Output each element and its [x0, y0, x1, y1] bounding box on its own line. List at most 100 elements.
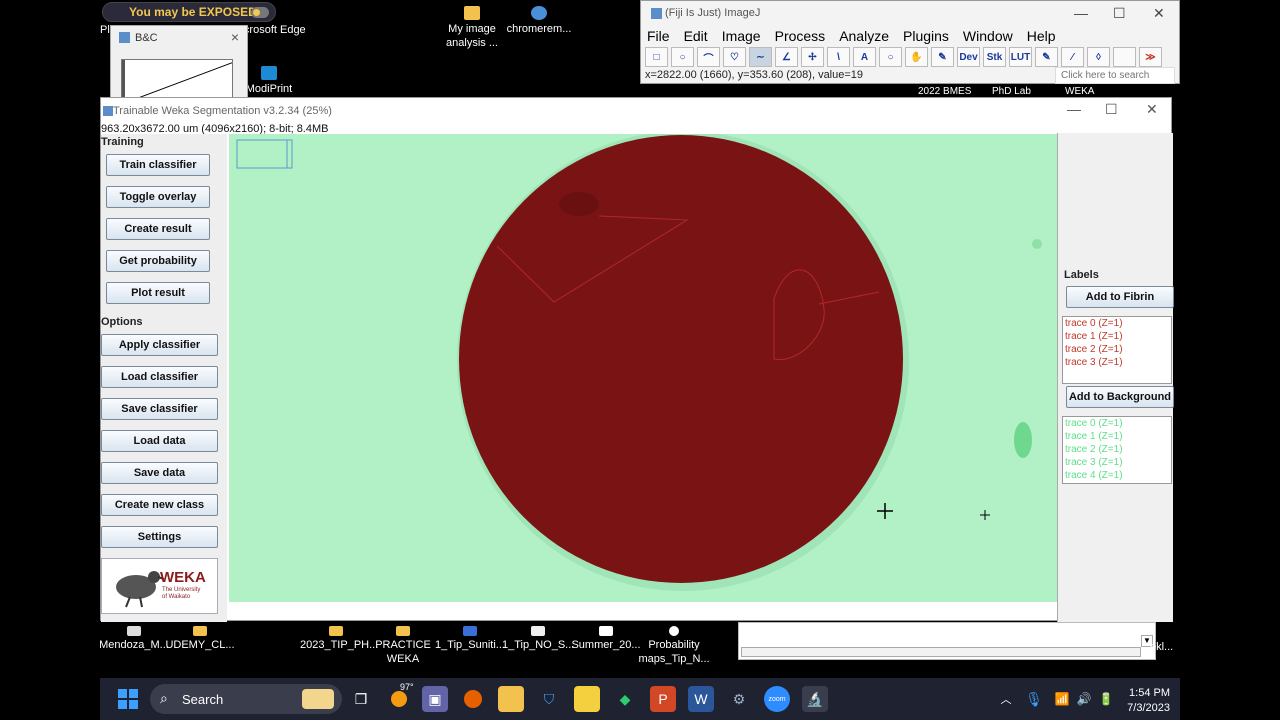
wifi-icon[interactable]: 📶	[1052, 686, 1072, 712]
chevron-up-icon[interactable]: ︿	[996, 686, 1016, 712]
list-item[interactable]: trace 1 (Z=1)	[1065, 430, 1171, 443]
toggle-overlay-button[interactable]: Toggle overlay	[106, 186, 210, 208]
create-result-button[interactable]: Create result	[106, 218, 210, 240]
sticky-notes-icon[interactable]	[574, 686, 600, 712]
angle-tool-icon[interactable]: ∠	[775, 47, 798, 67]
settings-button[interactable]: Settings	[101, 526, 218, 548]
add-to-fibrin-button[interactable]: Add to Fibrin	[1066, 286, 1174, 308]
minimize-icon[interactable]: —	[1067, 101, 1081, 117]
pencil-tool-icon[interactable]: ✎	[1035, 47, 1058, 67]
menu-image[interactable]: Image	[722, 28, 761, 44]
windows-start-icon[interactable]	[114, 686, 142, 712]
dev-tool[interactable]: Dev	[957, 47, 980, 67]
get-probability-button[interactable]: Get probability	[106, 250, 210, 272]
maximize-icon[interactable]: ☐	[1105, 101, 1118, 118]
wand-tool-icon[interactable]: \	[827, 47, 850, 67]
close-icon[interactable]: ✕	[1146, 101, 1158, 118]
list-item[interactable]: trace 0 (Z=1)	[1065, 417, 1171, 430]
feedback-hub-icon[interactable]: ◆	[612, 686, 638, 712]
list-item[interactable]: trace 3 (Z=1)	[1065, 356, 1171, 369]
imagej-search-input[interactable]	[1055, 67, 1175, 84]
save-classifier-button[interactable]: Save classifier	[101, 398, 218, 420]
settings-gear-icon[interactable]: ⚙	[726, 686, 752, 712]
menu-help[interactable]: Help	[1027, 28, 1056, 44]
maximize-icon[interactable]: ☐	[1113, 5, 1126, 22]
polygon-tool-icon[interactable]: ⌒	[697, 47, 720, 67]
task-view-icon[interactable]: ❐	[348, 686, 374, 712]
image-canvas[interactable]	[229, 134, 1155, 602]
desktop-icon-ekl[interactable]: ekl...	[1150, 640, 1180, 654]
line-tool-icon[interactable]: ∼	[749, 47, 772, 67]
firefox-icon[interactable]	[460, 686, 486, 712]
apply-classifier-button[interactable]: Apply classifier	[101, 334, 218, 356]
volume-icon[interactable]: 🔊	[1074, 686, 1094, 712]
load-data-button[interactable]: Load data	[101, 430, 218, 452]
desktop-icon-tip-ph[interactable]: 2023_TIP_PH...	[300, 626, 378, 652]
list-item[interactable]: trace 2 (Z=1)	[1065, 443, 1171, 456]
exposed-warning-badge[interactable]: You may be EXPOSED!	[102, 2, 276, 22]
desktop-icon-summer[interactable]: Summer_20...	[570, 626, 642, 652]
desktop-icon-tip-suniti[interactable]: 1_Tip_Suniti...	[434, 626, 506, 652]
file-icon	[599, 626, 613, 636]
close-icon[interactable]: ✕	[1153, 5, 1165, 22]
plot-result-button[interactable]: Plot result	[106, 282, 210, 304]
menu-edit[interactable]: Edit	[684, 28, 708, 44]
menu-analyze[interactable]: Analyze	[839, 28, 889, 44]
point-tool-icon[interactable]: ✢	[801, 47, 824, 67]
desktop-icon-practice-weka[interactable]: PRACTICE WEKA	[367, 626, 439, 666]
hand-tool-icon[interactable]: ✋	[905, 47, 928, 67]
desktop-label-bmes[interactable]: 2022 BMES	[918, 86, 971, 97]
fiji-taskbar-icon[interactable]: 🔬	[802, 686, 828, 712]
teams-icon[interactable]: ▣	[422, 686, 448, 712]
text-tool-icon[interactable]: A	[853, 47, 876, 67]
add-to-background-button[interactable]: Add to Background	[1066, 386, 1174, 408]
list-item[interactable]: trace 2 (Z=1)	[1065, 343, 1171, 356]
menu-file[interactable]: File	[647, 28, 670, 44]
imagej-window[interactable]: (Fiji Is Just) ImageJ — ☐ ✕ File Edit Im…	[640, 0, 1180, 84]
desktop-icon-chromerem[interactable]: chromerem...	[500, 6, 578, 36]
save-data-button[interactable]: Save data	[101, 462, 218, 484]
minimize-icon[interactable]: —	[1074, 5, 1088, 21]
word-icon[interactable]: W	[688, 686, 714, 712]
list-item[interactable]: trace 3 (Z=1)	[1065, 456, 1171, 469]
menu-process[interactable]: Process	[775, 28, 826, 44]
brush-tool-icon[interactable]: ⁄	[1061, 47, 1084, 67]
battery-icon[interactable]: 🔋	[1096, 686, 1116, 712]
desktop-icon-probability-maps[interactable]: Probability maps_Tip_N...	[638, 626, 710, 666]
blank-tool[interactable]	[1113, 47, 1136, 67]
menu-plugins[interactable]: Plugins	[903, 28, 949, 44]
desktop-icon-tip-no-s[interactable]: 1_Tip_NO_S...	[502, 626, 574, 652]
file-explorer-icon[interactable]	[498, 686, 524, 712]
flood-fill-tool-icon[interactable]: ◊	[1087, 47, 1110, 67]
desktop-label-phd-lab[interactable]: PhD Lab	[992, 86, 1031, 97]
freehand-tool-icon[interactable]: ♡	[723, 47, 746, 67]
rectangle-tool-icon[interactable]: □	[645, 47, 668, 67]
microphone-icon[interactable]: 🎙	[1024, 686, 1044, 712]
dropper-tool-icon[interactable]: ✎	[931, 47, 954, 67]
desktop-icon-mendoza[interactable]: Mendoza_M...	[98, 626, 170, 652]
brightness-contrast-window[interactable]: B&C ×	[110, 25, 248, 103]
powerpoint-icon[interactable]: P	[650, 686, 676, 712]
taskbar-search[interactable]: ⌕ Search	[150, 684, 342, 714]
train-classifier-button[interactable]: Train classifier	[106, 154, 210, 176]
create-new-class-button[interactable]: Create new class	[101, 494, 218, 516]
more-tools-icon[interactable]: ≫	[1139, 47, 1162, 67]
security-shield-icon[interactable]: ⛉	[536, 686, 562, 712]
weather-icon[interactable]: 97°	[386, 682, 414, 712]
horizontal-scrollbar[interactable]	[741, 647, 1141, 657]
zoom-icon[interactable]: zoom	[764, 686, 790, 712]
lut-tool[interactable]: LUT	[1009, 47, 1032, 67]
list-item[interactable]: trace 4 (Z=1)	[1065, 469, 1171, 482]
magnifier-tool-icon[interactable]: ○	[879, 47, 902, 67]
list-item[interactable]: trace 1 (Z=1)	[1065, 330, 1171, 343]
load-classifier-button[interactable]: Load classifier	[101, 366, 218, 388]
menu-window[interactable]: Window	[963, 28, 1013, 44]
desktop-icon-udemy[interactable]: UDEMY_CL...	[164, 626, 236, 652]
stack-tool[interactable]: Stk	[983, 47, 1006, 67]
desktop-label-weka[interactable]: WEKA	[1065, 86, 1094, 97]
weka-segmentation-window[interactable]: Trainable Weka Segmentation v3.2.34 (25%…	[100, 97, 1174, 622]
clock[interactable]: 1:54 PM 7/3/2023	[1127, 686, 1170, 716]
close-icon[interactable]: ×	[231, 29, 239, 45]
oval-tool-icon[interactable]: ○	[671, 47, 694, 67]
list-item[interactable]: trace 0 (Z=1)	[1065, 317, 1171, 330]
